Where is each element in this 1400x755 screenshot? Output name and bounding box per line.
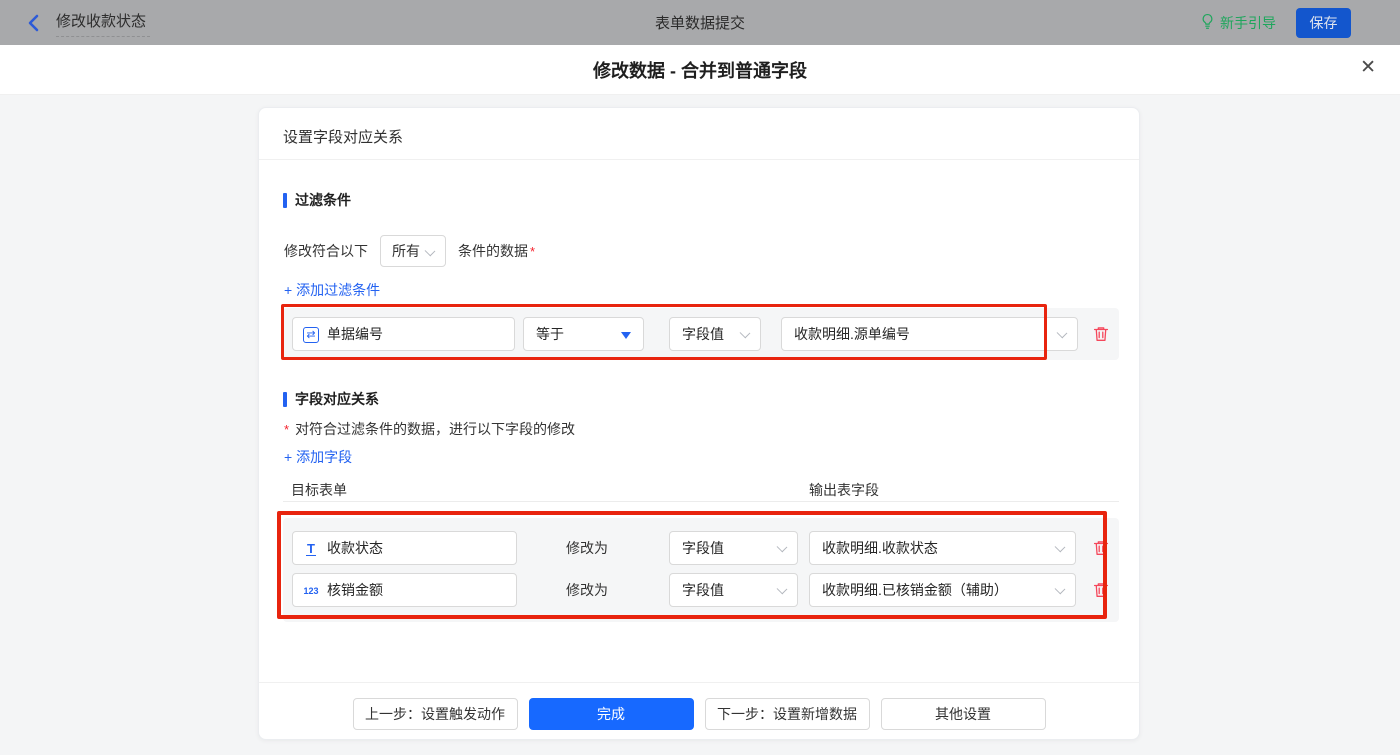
mapping-valuetype-select[interactable]: 字段值: [669, 531, 798, 565]
delete-filter-icon[interactable]: [1092, 325, 1110, 343]
page-title: 表单数据提交: [654, 15, 745, 32]
mapping-field-input[interactable]: T 收款状态: [292, 531, 517, 565]
required-mark: *: [530, 244, 536, 259]
footer-buttons: 上一步：设置触发动作 完成 下一步：设置新增数据 其他设置: [259, 698, 1139, 730]
section-accent-bar: [283, 391, 287, 407]
next-step-button[interactable]: 下一步：设置新增数据: [704, 698, 870, 730]
field-mapping-card: 设置字段对应关系 过滤条件 修改符合以下 所有 条件的数据 * + 添加过滤条件 …: [258, 107, 1140, 740]
required-mark: *: [284, 422, 290, 437]
mapping-description: * 对符合过滤条件的数据，进行以下字段的修改: [284, 421, 576, 437]
save-button[interactable]: 保存: [1296, 8, 1351, 38]
mapping-field-label: 核销金额: [327, 582, 383, 598]
condition-suffix: 条件的数据 *: [458, 243, 536, 259]
serial-field-icon: ⇄: [302, 326, 320, 344]
condition-line: 修改符合以下 所有 条件的数据 *: [284, 235, 535, 267]
filter-operator-select[interactable]: 等于: [523, 317, 644, 351]
beginner-guide-link[interactable]: 新手引导: [1200, 0, 1276, 45]
mapping-valuetype-select[interactable]: 字段值: [669, 573, 798, 607]
done-button[interactable]: 完成: [528, 698, 694, 730]
column-header-target: 目标表单: [291, 482, 347, 498]
chevron-down-icon: [776, 583, 788, 595]
chevron-down-icon: [1054, 541, 1066, 553]
mapping-value-select[interactable]: 收款明细.已核销金额（辅助）: [809, 573, 1076, 607]
filter-valuetype-select[interactable]: 字段值: [669, 317, 761, 351]
mapping-field-input[interactable]: 123 核销金额: [292, 573, 517, 607]
divider: [259, 682, 1139, 683]
modify-to-label: 修改为: [566, 540, 608, 556]
app-topbar: 修改收款状态 表单数据提交 新手引导 保存: [0, 0, 1400, 45]
filter-section-title: 过滤条件: [283, 190, 351, 210]
filter-field-label: 单据编号: [327, 326, 383, 342]
lightbulb-icon: [1200, 13, 1215, 33]
number-field-icon: 123: [303, 586, 319, 596]
column-header-output: 输出表字段: [809, 482, 879, 498]
condition-prefix: 修改符合以下: [284, 243, 368, 259]
section-accent-bar: [283, 192, 287, 208]
modify-to-label: 修改为: [566, 582, 608, 598]
guide-label: 新手引导: [1220, 14, 1276, 31]
delete-mapping-icon[interactable]: [1092, 581, 1110, 599]
chevron-down-icon: [776, 541, 788, 553]
divider: [283, 501, 1119, 502]
card-header: 设置字段对应关系: [283, 129, 404, 146]
mapping-rows: T 收款状态 修改为 字段值 收款明细.收款状态 123 核销金额 修改为 字段…: [283, 518, 1119, 622]
chevron-down-icon: [424, 245, 436, 257]
divider: [259, 159, 1139, 160]
add-field-link[interactable]: + 添加字段: [284, 447, 352, 467]
chevron-down-icon: [739, 327, 751, 339]
dialog-titlebar: 修改数据 - 合并到普通字段: [0, 45, 1400, 95]
close-icon[interactable]: ✕: [1360, 58, 1376, 77]
caret-down-icon: [621, 332, 631, 339]
delete-mapping-icon[interactable]: [1092, 539, 1110, 557]
filter-value-select[interactable]: 收款明细.源单编号: [781, 317, 1078, 351]
mapping-value-select[interactable]: 收款明细.收款状态: [809, 531, 1076, 565]
match-mode-select[interactable]: 所有: [380, 235, 446, 267]
mapping-field-label: 收款状态: [327, 540, 383, 556]
other-settings-button[interactable]: 其他设置: [880, 698, 1046, 730]
text-field-icon: T: [306, 540, 316, 557]
chevron-down-icon: [1056, 327, 1068, 339]
mapping-section-title: 字段对应关系: [283, 389, 379, 409]
chevron-down-icon: [1054, 583, 1066, 595]
filter-row: ⇄ 单据编号 等于 字段值 收款明细.源单编号: [283, 308, 1119, 360]
add-filter-condition-link[interactable]: + 添加过滤条件: [284, 280, 380, 300]
prev-step-button[interactable]: 上一步：设置触发动作: [352, 698, 518, 730]
dialog-title: 修改数据 - 合并到普通字段: [593, 60, 807, 81]
filter-field-input[interactable]: ⇄ 单据编号: [292, 317, 515, 351]
